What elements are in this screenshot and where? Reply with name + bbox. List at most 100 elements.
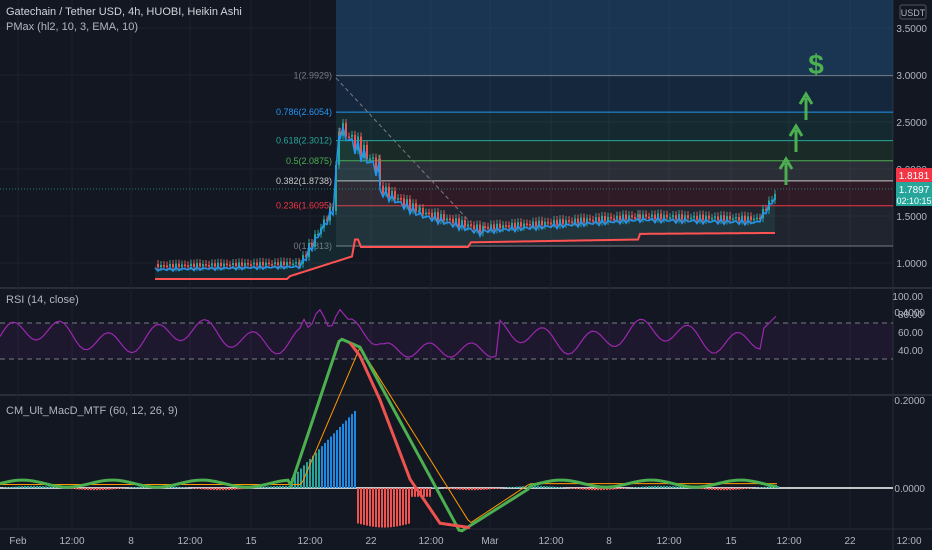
macd-histogram-bar bbox=[423, 488, 425, 497]
rsi-tick-label: 100.00 bbox=[892, 292, 923, 303]
candle-body bbox=[286, 262, 288, 266]
fib-level-label: 0.618(2.3012) bbox=[276, 136, 332, 146]
candle-body bbox=[244, 263, 246, 266]
macd-histogram-bar bbox=[759, 487, 761, 488]
macd-histogram-bar bbox=[618, 488, 620, 490]
rsi-pane[interactable] bbox=[0, 308, 893, 360]
macd-histogram-bar bbox=[324, 442, 326, 488]
candle-body bbox=[547, 221, 549, 224]
rsi-legend[interactable]: RSI (14, close) bbox=[6, 294, 79, 306]
macd-histogram-bar bbox=[321, 446, 323, 488]
candle-body bbox=[571, 221, 573, 223]
macd-pane[interactable] bbox=[0, 337, 893, 533]
macd-histogram-bar bbox=[15, 486, 17, 488]
chart-workspace[interactable]: 1(2.9929) 0.786(2.6054) 0.618(2.3012) 0.5(2… bbox=[0, 0, 932, 550]
candle-body bbox=[452, 218, 454, 224]
macd-histogram-bar bbox=[723, 488, 725, 491]
macd-histogram-bar bbox=[639, 486, 641, 488]
macd-histogram-bar bbox=[708, 488, 710, 490]
candle-body bbox=[473, 225, 475, 230]
macd-histogram-bar bbox=[264, 486, 266, 488]
candle-body bbox=[464, 220, 466, 227]
price-tick-label: 1.0000 bbox=[896, 259, 927, 270]
candle-body bbox=[675, 215, 677, 220]
macd-histogram-bar bbox=[645, 486, 647, 488]
candle-body bbox=[577, 218, 579, 224]
macd-histogram-bar bbox=[12, 486, 14, 488]
macd-histogram-bar bbox=[357, 488, 359, 524]
macd-histogram-bar bbox=[300, 468, 302, 488]
macd-histogram-bar bbox=[777, 485, 779, 488]
macd-histogram-bar bbox=[486, 488, 488, 490]
time-tick-label: 8 bbox=[128, 536, 134, 547]
macd-histogram-bar bbox=[117, 488, 119, 489]
candle-body bbox=[428, 212, 430, 215]
symbol-legend[interactable]: Gatechain / Tether USD, 4h, HUOBI, Heiki… bbox=[6, 6, 242, 18]
macd-histogram-bar bbox=[360, 488, 362, 525]
macd-histogram-bar bbox=[480, 488, 482, 490]
macd-histogram-bar bbox=[675, 486, 677, 488]
macd-histogram-bar bbox=[237, 488, 239, 490]
macd-histogram-bar bbox=[762, 487, 764, 488]
candle-body bbox=[756, 217, 758, 220]
candle-body bbox=[487, 226, 489, 229]
macd-histogram-bar bbox=[468, 488, 470, 491]
macd-histogram-bar bbox=[555, 486, 557, 488]
macd-histogram-bar bbox=[273, 486, 275, 488]
time-tick-label: Feb bbox=[9, 536, 27, 547]
candle-body bbox=[214, 263, 216, 267]
macd-histogram-bar bbox=[735, 488, 737, 490]
candle-body bbox=[711, 217, 713, 220]
macd-histogram-bar bbox=[45, 486, 47, 488]
time-tick-label: 22 bbox=[365, 536, 377, 547]
macd-histogram-bar bbox=[408, 488, 410, 524]
candle-body bbox=[415, 203, 417, 212]
macd-histogram-bar bbox=[384, 488, 386, 528]
candle-body bbox=[499, 223, 501, 229]
fib-zone bbox=[336, 180, 893, 206]
time-tick-label: 12:00 bbox=[59, 536, 84, 547]
macd-histogram-bar bbox=[582, 488, 584, 490]
currency-badge[interactable]: USDT bbox=[899, 4, 927, 20]
macd-histogram-bar bbox=[717, 488, 719, 491]
macd-histogram-bar bbox=[459, 488, 461, 490]
candle-body bbox=[598, 217, 600, 222]
candle-body bbox=[187, 265, 189, 267]
macd-histogram-bar bbox=[399, 488, 401, 526]
candle-body bbox=[283, 261, 285, 266]
macd-histogram-bar bbox=[714, 488, 716, 491]
macd-histogram-bar bbox=[48, 486, 50, 488]
macd-histogram-bar bbox=[378, 488, 380, 528]
macd-histogram-bar bbox=[93, 488, 95, 491]
candle-body bbox=[470, 224, 472, 226]
svg-text:1.8181: 1.8181 bbox=[899, 171, 930, 182]
time-axis[interactable]: Feb 12:00 8 12:00 15 12:00 22 12:00 Mar 12:00 8 12:… bbox=[9, 536, 922, 547]
candle-body bbox=[696, 215, 698, 220]
candle-body bbox=[666, 214, 668, 218]
candle-body bbox=[690, 217, 692, 220]
price-axis[interactable]: 3.50003.00002.50002.00001.50001.0000 bbox=[896, 24, 927, 270]
macd-histogram-bar bbox=[558, 487, 560, 488]
candle-body bbox=[738, 216, 740, 221]
candle-body bbox=[369, 158, 371, 161]
candle-body bbox=[616, 215, 618, 219]
candle-body bbox=[372, 157, 374, 160]
macd-histogram-bar bbox=[537, 485, 539, 488]
macd-histogram-bar bbox=[546, 486, 548, 488]
macd-histogram-bar bbox=[24, 485, 26, 488]
macd-histogram-bar bbox=[219, 488, 221, 491]
pmax-legend[interactable]: PMax (hl2, 10, 3, EMA, 10) bbox=[6, 21, 138, 33]
rsi-axis[interactable]: 100.0080.0060.0040.00 bbox=[892, 292, 923, 357]
candle-body bbox=[226, 263, 228, 266]
macd-histogram-bar bbox=[471, 488, 473, 491]
macd-legend[interactable]: CM_Ult_MacD_MTF (60, 12, 26, 9) bbox=[6, 405, 178, 417]
candle-body bbox=[669, 217, 671, 219]
candle-body bbox=[484, 226, 486, 228]
price-tick-label: 1.5000 bbox=[896, 212, 927, 223]
macd-histogram-bar bbox=[576, 488, 578, 490]
time-tick-label: 12:00 bbox=[776, 536, 801, 547]
macd-histogram-bar bbox=[669, 486, 671, 488]
macd-histogram-bar bbox=[465, 488, 467, 491]
macd-histogram-bar bbox=[462, 488, 464, 490]
macd-histogram-bar bbox=[342, 423, 344, 488]
